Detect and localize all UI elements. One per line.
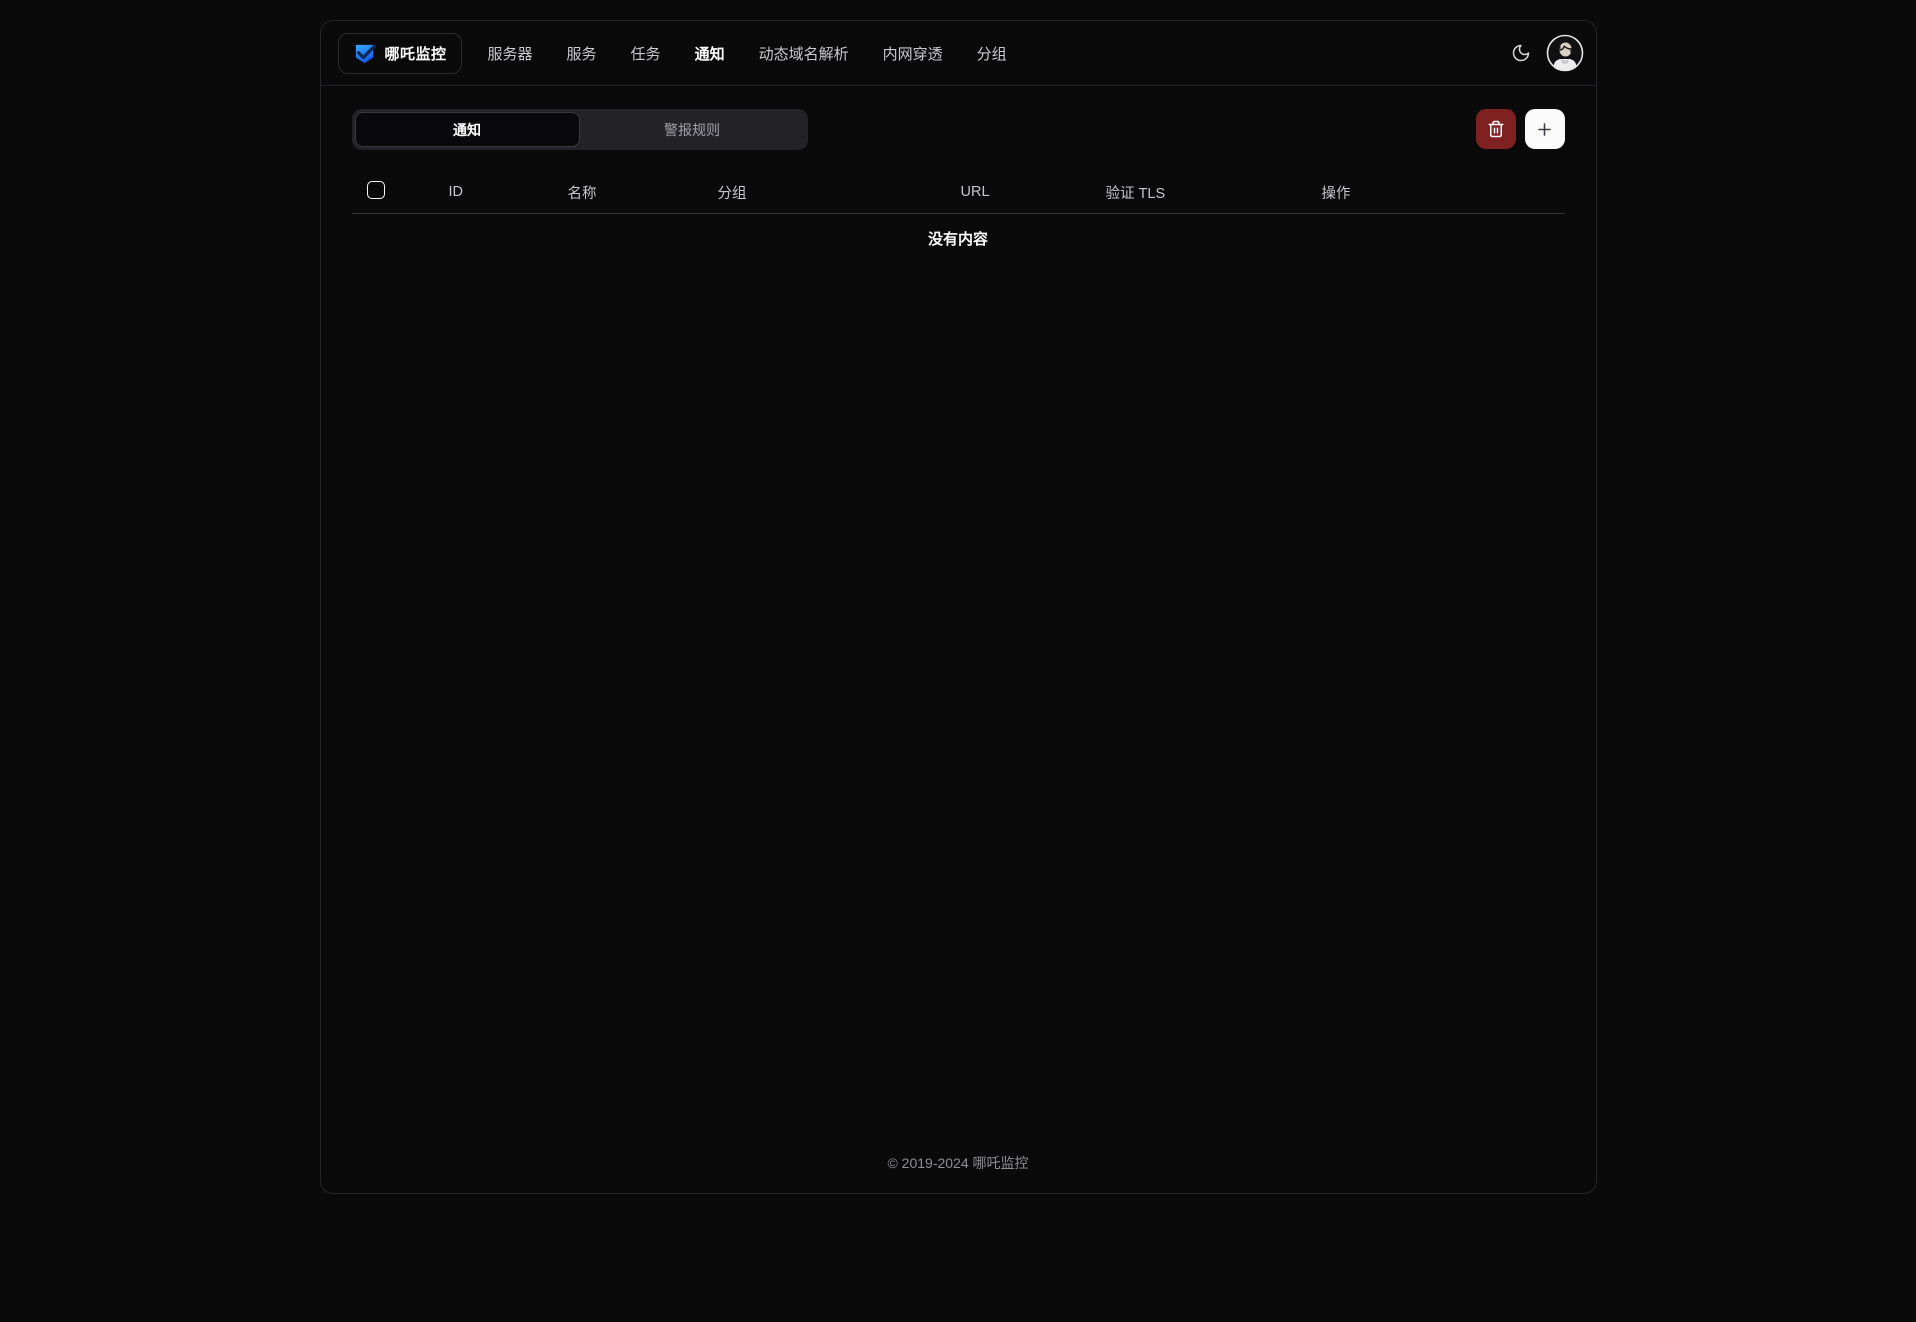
tab-alert-rules[interactable]: 警报规则 xyxy=(580,112,805,147)
nav-item-notifications[interactable]: 通知 xyxy=(695,43,725,64)
nav-item-groups[interactable]: 分组 xyxy=(977,43,1007,64)
table-header-row: ID 名称 分组 URL 验证 TLS 操作 xyxy=(352,171,1565,214)
plus-icon xyxy=(1535,120,1554,139)
table-header-actions: 操作 xyxy=(1306,182,1565,203)
add-notification-button[interactable] xyxy=(1525,109,1565,149)
delete-selected-button[interactable] xyxy=(1476,109,1516,149)
table-empty-row: 没有内容 xyxy=(352,214,1565,262)
nav-item-ddns[interactable]: 动态域名解析 xyxy=(759,43,849,64)
nav-item-services[interactable]: 服务 xyxy=(567,43,597,64)
theme-toggle-button[interactable] xyxy=(1503,35,1539,71)
table-header-group: 分组 xyxy=(702,182,945,203)
moon-icon xyxy=(1511,43,1531,63)
nav-item-tasks[interactable]: 任务 xyxy=(631,43,661,64)
tab-switcher: 通知 警报规则 xyxy=(352,109,808,150)
main-content: 通知 警报规则 xyxy=(321,86,1596,1193)
toolbar-actions xyxy=(1476,109,1565,149)
toolbar: 通知 警报规则 xyxy=(352,109,1565,150)
tab-notifications[interactable]: 通知 xyxy=(355,112,580,147)
navbar-right xyxy=(1503,34,1584,72)
main-nav: 服务器 服务 任务 通知 动态域名解析 内网穿透 分组 xyxy=(488,43,1007,64)
brand-name: 哪吒监控 xyxy=(385,43,447,64)
footer: © 2019-2024 哪吒监控 xyxy=(352,1153,1565,1193)
table-header-tls: 验证 TLS xyxy=(1090,182,1306,203)
select-all-checkbox[interactable] xyxy=(367,181,385,199)
navbar: 哪吒监控 服务器 服务 任务 通知 动态域名解析 内网穿透 分组 xyxy=(321,21,1596,86)
empty-state-text: 没有内容 xyxy=(928,228,988,249)
table-header-select xyxy=(352,181,433,203)
table-header-name: 名称 xyxy=(552,182,702,203)
notifications-table: ID 名称 分组 URL 验证 TLS 操作 没有内容 xyxy=(352,171,1565,262)
nav-item-servers[interactable]: 服务器 xyxy=(488,43,533,64)
table-header-url: URL xyxy=(945,184,1090,200)
trash-icon xyxy=(1487,120,1505,138)
copyright-text: © 2019-2024 哪吒监控 xyxy=(887,1155,1028,1171)
shield-check-logo-icon xyxy=(353,42,376,65)
app-card: 哪吒监控 服务器 服务 任务 通知 动态域名解析 内网穿透 分组 xyxy=(320,20,1597,1194)
user-avatar xyxy=(1546,34,1584,72)
brand-home-button[interactable]: 哪吒监控 xyxy=(338,33,462,74)
nav-item-nat[interactable]: 内网穿透 xyxy=(883,43,943,64)
user-menu-button[interactable] xyxy=(1546,34,1584,72)
table-header-id: ID xyxy=(433,184,552,200)
